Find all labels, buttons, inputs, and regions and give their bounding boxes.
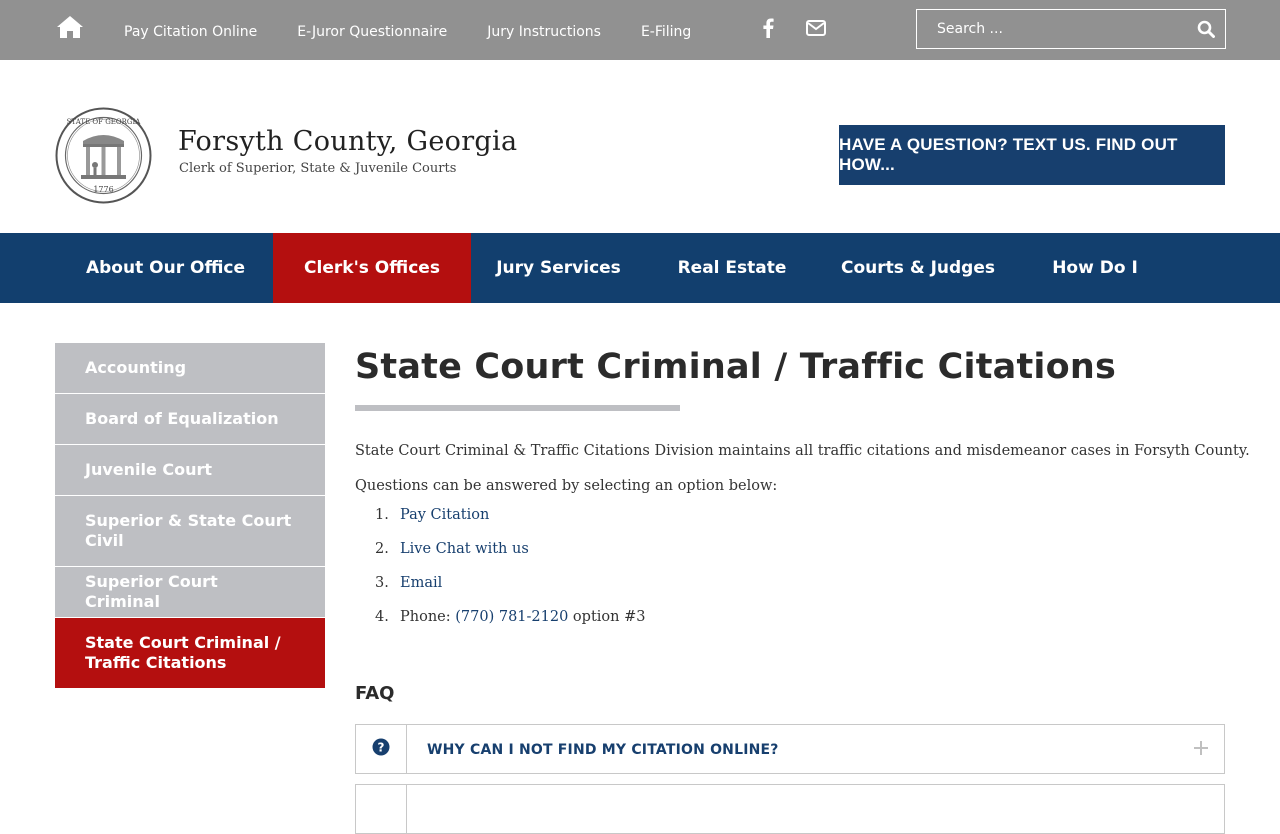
sidebar-item-board-of-equalization[interactable]: Board of Equalization	[55, 394, 325, 445]
questions-paragraph: Questions can be answered by selecting a…	[355, 478, 778, 494]
page-title: State Court Criminal / Traffic Citations	[355, 347, 1116, 387]
list-item: 1. Pay Citation	[375, 507, 645, 541]
search-box	[916, 9, 1226, 49]
intro-paragraph: State Court Criminal & Traffic Citations…	[355, 443, 1250, 459]
nav-about-our-office[interactable]: About Our Office	[56, 233, 275, 303]
sidebar-item-juvenile-court[interactable]: Juvenile Court	[55, 445, 325, 496]
contact-options-list: 1. Pay Citation 2. Live Chat with us 3. …	[375, 507, 645, 643]
e-juror-questionnaire-link[interactable]: E-Juror Questionnaire	[297, 24, 447, 40]
list-number: 3.	[375, 575, 389, 591]
site-subtitle: Clerk of Superior, State & Juvenile Cour…	[179, 161, 457, 176]
nav-clerks-offices[interactable]: Clerk's Offices	[273, 233, 471, 303]
top-utility-bar: Pay Citation Online E-Juror Questionnair…	[0, 0, 1280, 60]
svg-text:STATE OF GEORGIA: STATE OF GEORGIA	[67, 118, 142, 126]
georgia-state-seal-icon[interactable]: 1776 STATE OF GEORGIA	[55, 107, 152, 204]
main-navigation: About Our Office Clerk's Offices Jury Se…	[0, 233, 1280, 303]
facebook-icon[interactable]	[762, 18, 774, 42]
sidebar-item-accounting[interactable]: Accounting	[55, 343, 325, 394]
sidebar-item-superior-court-criminal[interactable]: Superior Court Criminal	[55, 567, 325, 618]
text-us-cta-button[interactable]: HAVE A QUESTION? TEXT US. FIND OUT HOW..…	[839, 125, 1225, 185]
list-number: 4.	[375, 609, 389, 625]
e-filing-link[interactable]: E-Filing	[641, 24, 691, 40]
faq-question-cell: ?	[356, 725, 407, 773]
phone-suffix: option #3	[568, 609, 646, 625]
faq-accordion-item[interactable]	[355, 784, 1225, 834]
nav-how-do-i[interactable]: How Do I	[1018, 233, 1172, 303]
sidebar-item-state-court-criminal-traffic[interactable]: State Court Criminal / Traffic Citations	[55, 618, 325, 688]
list-number: 2.	[375, 541, 389, 557]
svg-text:?: ?	[378, 741, 385, 755]
site-header: 1776 STATE OF GEORGIA Forsyth County, Ge…	[0, 60, 1280, 233]
site-title[interactable]: Forsyth County, Georgia	[178, 126, 517, 157]
utility-links: Pay Citation Online E-Juror Questionnair…	[124, 0, 731, 60]
list-number: 1.	[375, 507, 389, 523]
phone-link[interactable]: (770) 781-2120	[455, 609, 568, 643]
email-icon[interactable]	[806, 20, 826, 40]
nav-jury-services[interactable]: Jury Services	[471, 233, 646, 303]
faq-question-cell	[356, 785, 407, 833]
list-item: 4. Phone: (770) 781-2120 option #3	[375, 609, 645, 643]
faq-accordion-item[interactable]: ? WHY CAN I NOT FIND MY CITATION ONLINE?	[355, 724, 1225, 774]
phone-prefix: Phone:	[400, 609, 456, 625]
section-sidebar: Accounting Board of Equalization Juvenil…	[55, 343, 325, 688]
email-link[interactable]: Email	[400, 575, 442, 609]
nav-real-estate[interactable]: Real Estate	[646, 233, 818, 303]
expand-plus-icon[interactable]	[1192, 739, 1210, 761]
list-item: 2. Live Chat with us	[375, 541, 645, 575]
pay-citation-link[interactable]: Pay Citation	[400, 507, 489, 541]
sidebar-item-superior-state-court-civil[interactable]: Superior & State Court Civil	[55, 496, 325, 567]
search-icon[interactable]	[1197, 20, 1215, 42]
search-input[interactable]	[917, 10, 1177, 48]
nav-courts-judges[interactable]: Courts & Judges	[818, 233, 1018, 303]
pay-citation-online-link[interactable]: Pay Citation Online	[124, 24, 257, 40]
faq-heading: FAQ	[355, 683, 395, 704]
svg-text:1776: 1776	[93, 185, 113, 194]
list-item: 3. Email	[375, 575, 645, 609]
faq-question-text[interactable]: WHY CAN I NOT FIND MY CITATION ONLINE?	[427, 742, 779, 758]
home-icon[interactable]	[56, 14, 84, 40]
title-underline	[355, 405, 680, 411]
jury-instructions-link[interactable]: Jury Instructions	[487, 24, 601, 40]
question-circle-icon: ?	[372, 738, 390, 760]
live-chat-link[interactable]: Live Chat with us	[400, 541, 529, 575]
